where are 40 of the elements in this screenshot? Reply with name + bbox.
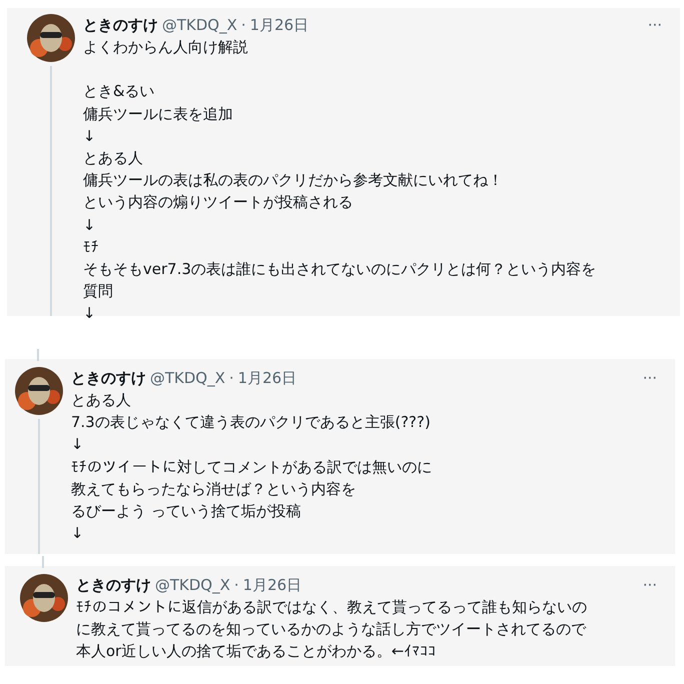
avatar-icon[interactable] — [20, 574, 68, 622]
avatar-icon[interactable] — [15, 367, 63, 415]
tweet-text: るびーよう っていう捨て垢が投稿 — [71, 501, 301, 522]
tweet-date: 1月26日 — [242, 576, 302, 594]
separator-dot: · — [229, 369, 234, 387]
separator-dot: · — [234, 576, 239, 594]
tweet-text: 本人or近しい人の捨て垢であることがわかる。←ｲﾏｺｺ — [76, 641, 436, 662]
user-name[interactable]: ときのすけ — [83, 16, 158, 34]
tweet-text: とある人 — [71, 390, 131, 411]
tweet-text: に教えて貰ってるのを知っているかのような話し方でツイートされてるので — [76, 619, 586, 640]
tweet-text: 質問 — [83, 281, 113, 302]
tweet-text: そもそもver7.3の表は誰にも出されてないのにパクリとは何？という内容を — [83, 259, 596, 280]
tweet-text: とき&るい — [83, 81, 155, 102]
tweet-text: ﾓﾁのツイートに対してコメントがある訳では無いのに — [71, 456, 432, 478]
user-name[interactable]: ときのすけ — [71, 368, 146, 388]
tweet-text: ﾓﾁのコメントに返信がある訳ではなく、教えて貰ってるって誰も知らないの — [76, 597, 587, 618]
tweet-text: 教えてもらったなら消せば？という内容を — [71, 478, 356, 500]
user-handle: @TKDQ_X — [150, 369, 226, 387]
tweet-text: ↓ — [71, 434, 84, 456]
tweet-text: という内容の煽りツイートが投稿される — [83, 192, 353, 214]
tweet-date: 1月26日 — [250, 16, 309, 34]
user-name[interactable]: ときのすけ — [76, 576, 151, 594]
tweet-text: 傭兵ツールに表を追加 — [83, 104, 233, 125]
more-button[interactable]: ··· — [638, 369, 661, 387]
tweet-text: ↓ — [83, 303, 96, 324]
tweet-text: 7.3の表じゃなくて違う表のパクリであると主張(???) — [71, 412, 430, 434]
user-handle: @TKDQ_X — [162, 16, 238, 34]
tweet-date: 1月26日 — [238, 368, 297, 388]
user-handle: @TKDQ_X — [155, 576, 230, 594]
tweet-text: 傭兵ツールの表は私の表のパクリだから参考文献にいれてね！ — [83, 170, 503, 192]
tweet-text: ﾓﾁ — [83, 236, 99, 258]
tweet-text: とある人 — [83, 148, 143, 169]
more-button[interactable]: ··· — [644, 16, 666, 34]
separator-dot: · — [241, 16, 246, 34]
tweet-text: ↓ — [83, 214, 96, 236]
avatar-icon[interactable] — [27, 14, 75, 62]
tweet-text: ↓ — [83, 126, 96, 147]
more-button[interactable]: ··· — [638, 576, 661, 594]
tweet-text: ↓ — [71, 523, 84, 544]
tweet-text: よくわからん人向け解説 — [83, 37, 248, 58]
